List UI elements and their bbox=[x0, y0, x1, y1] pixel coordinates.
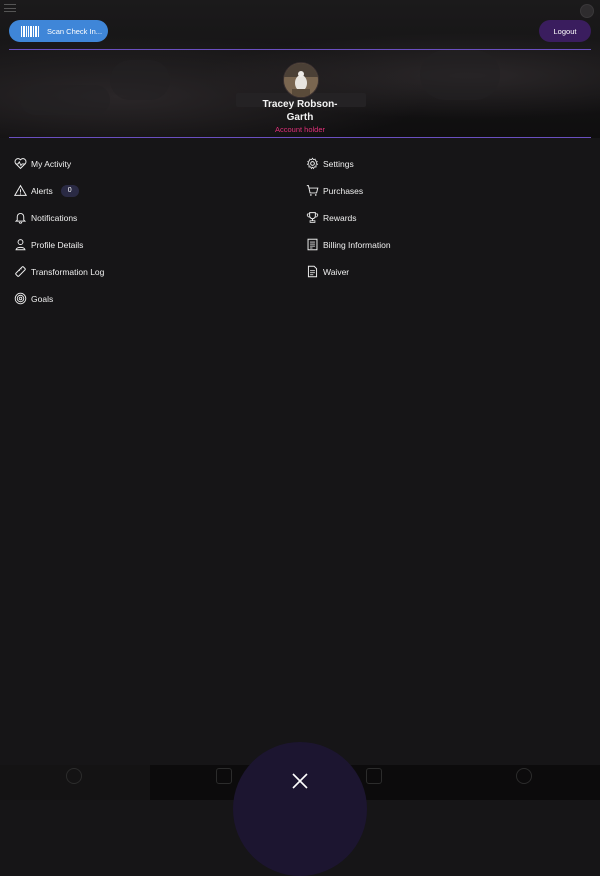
menu-right-column: Settings Purchases Rewards Billing Infor… bbox=[306, 150, 566, 285]
ruler-icon bbox=[15, 266, 26, 277]
close-button-halo bbox=[233, 742, 367, 876]
menu-item-label: Transformation Log bbox=[31, 266, 105, 277]
bottom-tab-4[interactable] bbox=[487, 768, 561, 798]
bell-icon bbox=[14, 213, 27, 224]
menu-item-rewards[interactable]: Rewards bbox=[306, 204, 566, 231]
menu-item-label: Profile Details bbox=[31, 239, 84, 250]
menu-item-label: My Activity bbox=[31, 158, 72, 169]
warning-icon bbox=[14, 184, 27, 196]
logout-button[interactable]: Logout bbox=[539, 20, 591, 42]
menu-item-billing-information[interactable]: Billing Information bbox=[306, 231, 566, 258]
menu-icon[interactable] bbox=[4, 4, 16, 12]
menu-item-label: Purchases bbox=[323, 185, 364, 196]
header-divider-bottom bbox=[9, 137, 591, 138]
billing-icon bbox=[307, 238, 318, 251]
person-icon bbox=[15, 239, 26, 251]
menu-item-my-activity[interactable]: My Activity bbox=[14, 150, 274, 177]
menu-item-settings[interactable]: Settings bbox=[306, 150, 566, 177]
gear-icon bbox=[306, 157, 319, 170]
menu-item-alerts[interactable]: Alerts 0 bbox=[14, 177, 274, 204]
menu-left-column: My Activity Alerts 0 Notifications Profi… bbox=[14, 150, 274, 312]
menu-item-label: Alerts bbox=[31, 185, 53, 196]
menu-item-label: Goals bbox=[31, 293, 54, 304]
menu-item-transformation-log[interactable]: Transformation Log bbox=[14, 258, 274, 285]
cart-icon bbox=[366, 768, 382, 784]
cart-icon bbox=[306, 185, 319, 196]
target-icon bbox=[14, 292, 27, 305]
heart-pulse-icon bbox=[14, 158, 27, 170]
bottom-tab-1[interactable] bbox=[37, 768, 111, 798]
check-circle-icon bbox=[66, 768, 82, 784]
menu-item-label: Settings bbox=[323, 158, 354, 169]
account-role-label: Account holder bbox=[274, 125, 326, 134]
avatar[interactable] bbox=[283, 62, 319, 98]
user-name: Tracey Robson-Garth bbox=[262, 99, 338, 123]
menu-item-label: Notifications bbox=[31, 212, 78, 223]
menu-item-purchases[interactable]: Purchases bbox=[306, 177, 566, 204]
close-icon bbox=[292, 773, 308, 789]
close-menu-button[interactable] bbox=[285, 766, 315, 796]
corner-icon bbox=[580, 4, 594, 18]
barcode-icon bbox=[21, 25, 39, 37]
trophy-icon bbox=[306, 212, 319, 223]
document-icon bbox=[307, 265, 318, 278]
menu-item-profile-details[interactable]: Profile Details bbox=[14, 231, 274, 258]
menu-item-label: Billing Information bbox=[323, 239, 391, 250]
scan-check-in-button[interactable]: Scan Check In... bbox=[9, 20, 108, 42]
header-divider-top bbox=[9, 49, 591, 50]
menu-item-goals[interactable]: Goals bbox=[14, 285, 274, 312]
menu-item-waiver[interactable]: Waiver bbox=[306, 258, 566, 285]
menu-item-notifications[interactable]: Notifications bbox=[14, 204, 274, 231]
calendar-icon bbox=[216, 768, 232, 784]
menu-item-label: Waiver bbox=[323, 266, 350, 277]
bell-icon bbox=[516, 768, 532, 784]
menu-item-label: Rewards bbox=[323, 212, 357, 223]
alerts-count-badge: 0 bbox=[60, 184, 79, 197]
scan-check-in-label: Scan Check In... bbox=[47, 26, 103, 36]
